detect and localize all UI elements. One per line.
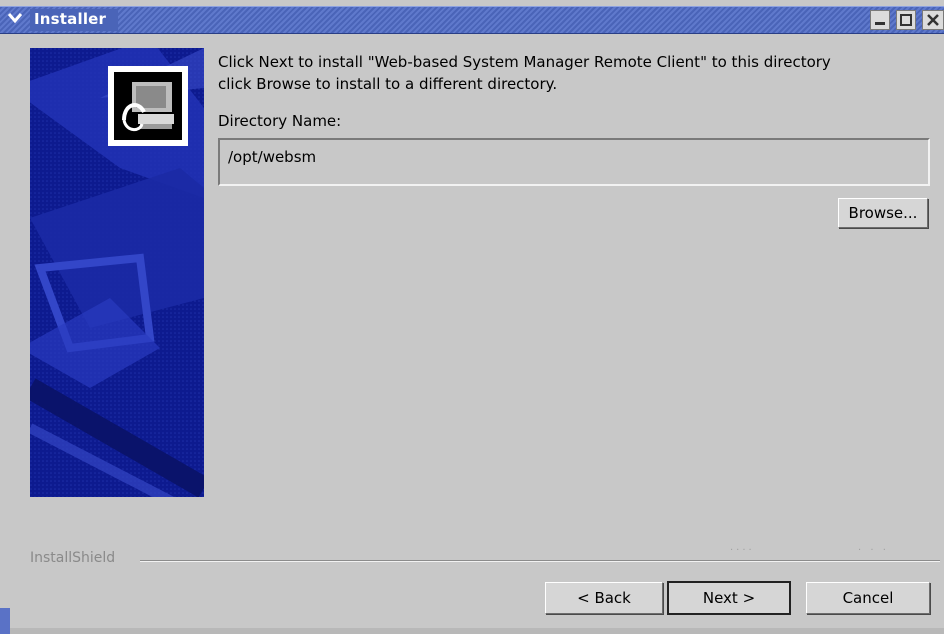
decorative-dots-right: · · ·: [858, 545, 889, 556]
chevron-down-icon[interactable]: [4, 11, 26, 29]
instruction-line-1: Click Next to install "Web-based System …: [218, 53, 831, 71]
directory-value: /opt/websm: [228, 148, 317, 166]
installer-logo: [108, 66, 188, 146]
installer-side-panel: [30, 48, 204, 497]
minimize-glyph: [875, 22, 885, 25]
maximize-glyph: [900, 14, 912, 26]
minimize-icon[interactable]: [870, 10, 890, 30]
installer-window: Installer Click Next to install "Web-bas…: [0, 0, 944, 634]
footer-divider: [140, 560, 940, 562]
computer-install-icon: [114, 72, 182, 140]
close-icon[interactable]: [922, 10, 944, 30]
back-button[interactable]: < Back: [545, 582, 663, 614]
installshield-brand: InstallShield: [30, 550, 116, 566]
close-glyph: [927, 14, 939, 26]
desktop-strip: [0, 608, 10, 634]
cancel-button[interactable]: Cancel: [806, 582, 930, 614]
window-title: Installer: [34, 10, 107, 28]
window-bottom-edge: [10, 628, 944, 634]
maximize-icon[interactable]: [896, 10, 916, 30]
directory-input[interactable]: /opt/websm: [218, 138, 930, 186]
browse-button[interactable]: Browse...: [838, 198, 928, 228]
decorative-dots: ····: [730, 545, 755, 556]
next-button[interactable]: Next >: [667, 581, 791, 615]
directory-label: Directory Name:: [218, 112, 342, 130]
instruction-line-2: click Browse to install to a different d…: [218, 75, 558, 93]
chevron-down-icon-glyph: [7, 13, 23, 24]
title-bar[interactable]: Installer: [0, 6, 944, 34]
